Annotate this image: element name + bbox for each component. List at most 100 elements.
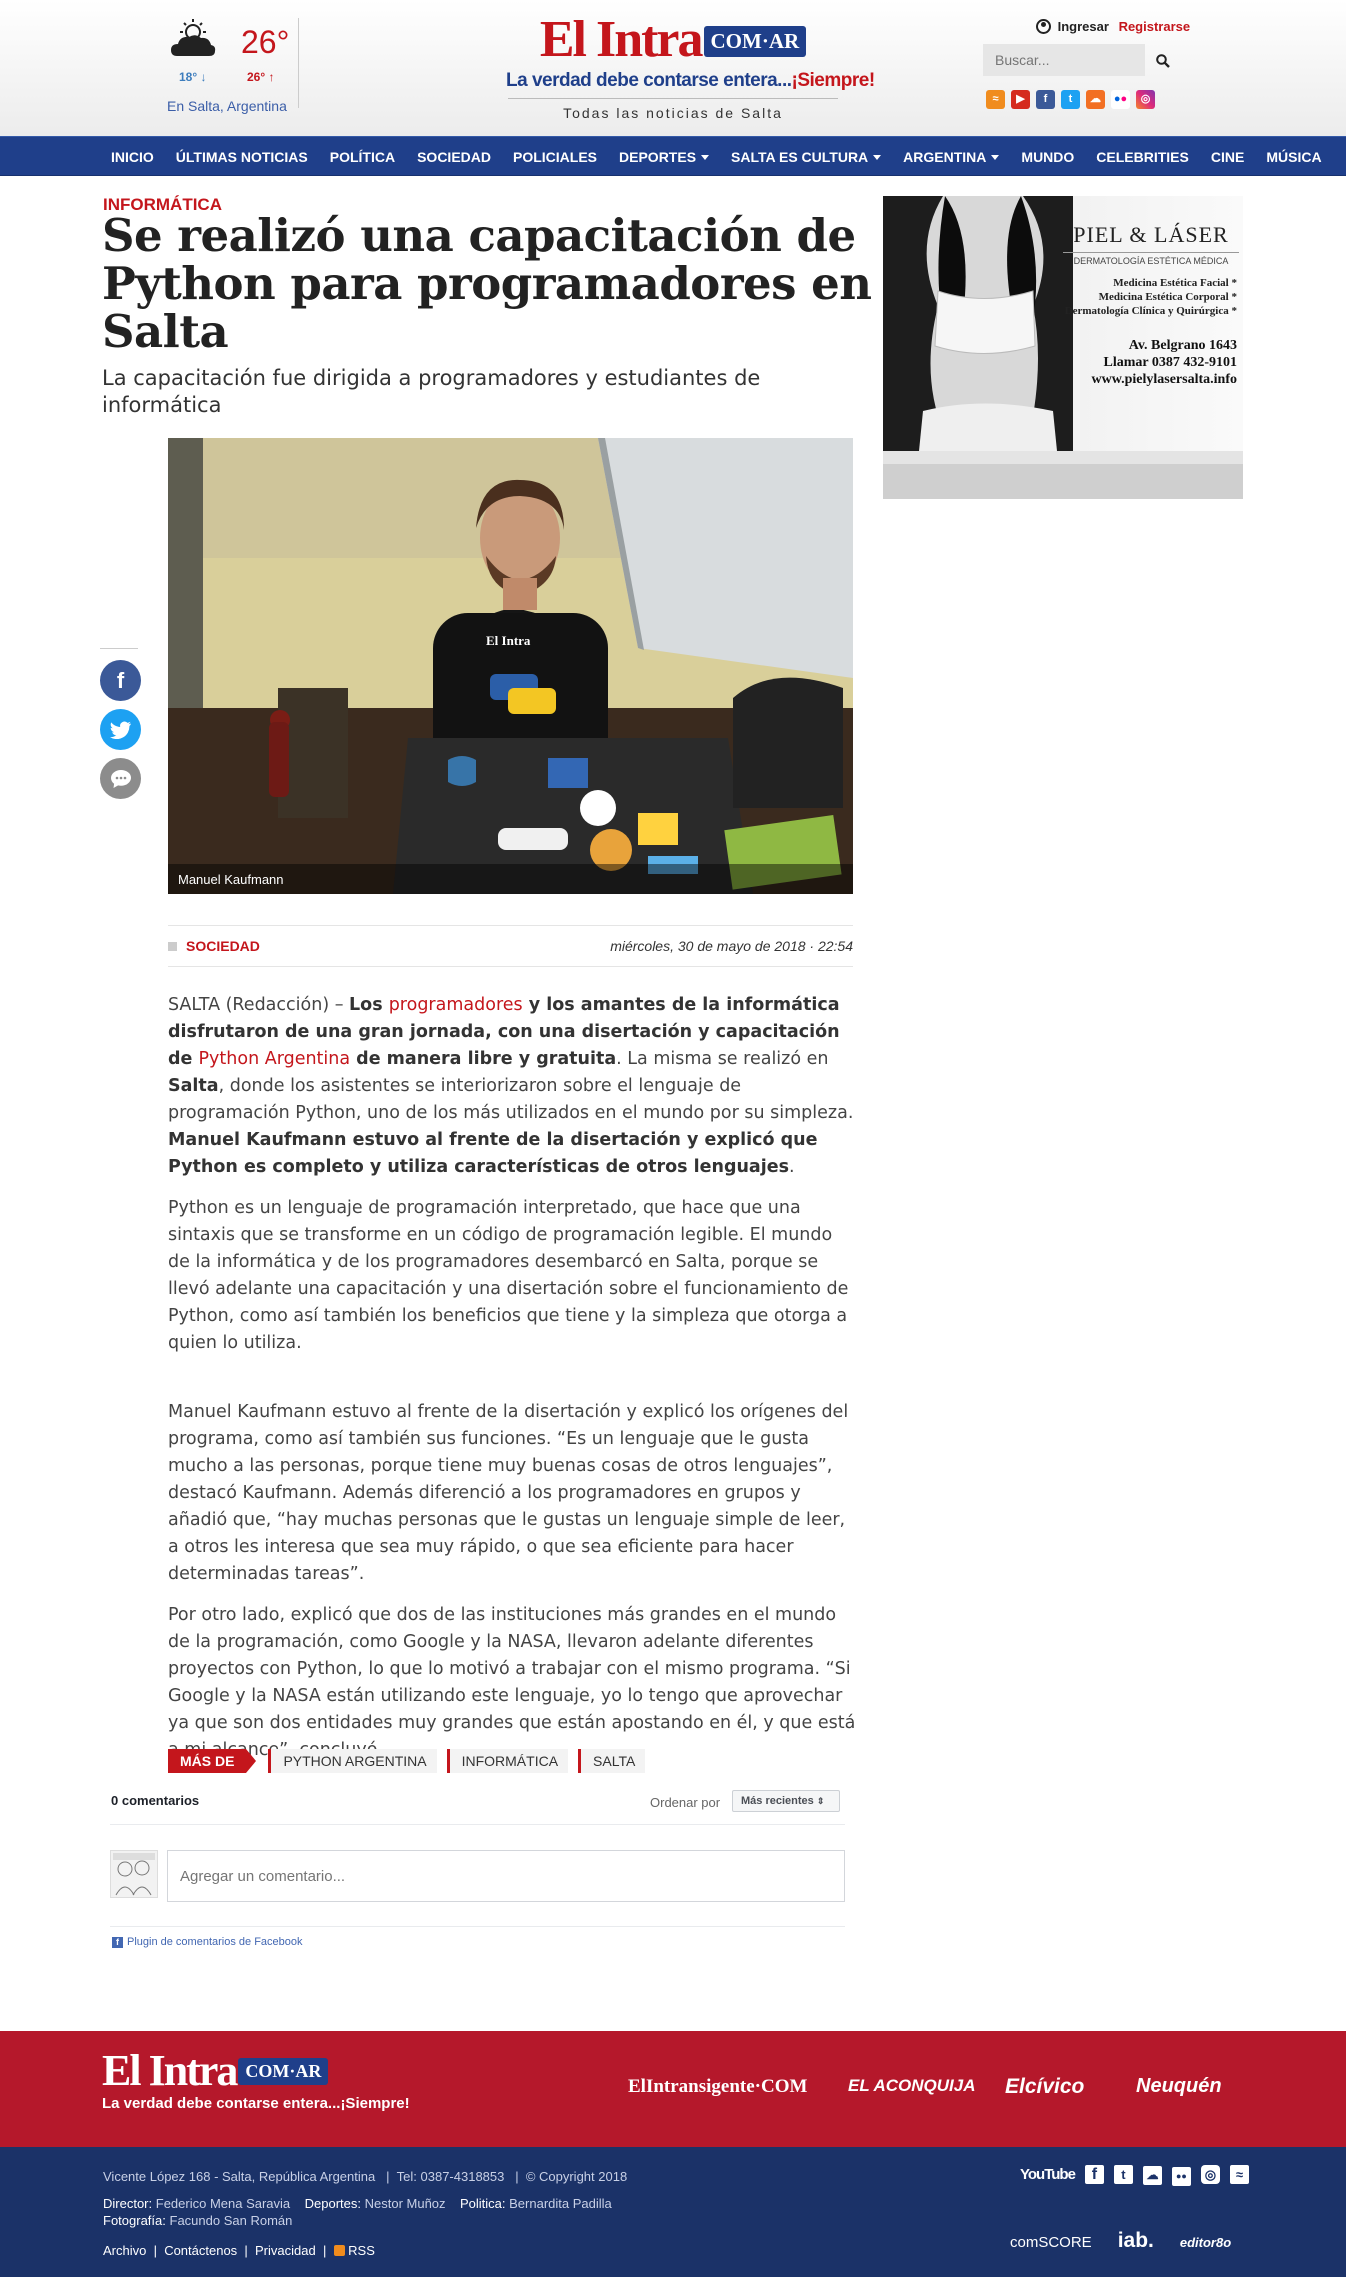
nav-cine[interactable]: CINE: [1200, 137, 1255, 177]
chevron-down-icon: [991, 155, 1000, 160]
partner-elaconquija[interactable]: EL ACONQUIJA: [848, 2076, 976, 2096]
avatar: [110, 1850, 158, 1898]
footer-link-archivo[interactable]: Archivo: [103, 2243, 146, 2258]
site-logo[interactable]: El Intra COM·AR La verdad debe contarse e…: [506, 11, 875, 122]
logo-tagline: La verdad debe contarse entera...¡Siempr…: [506, 70, 875, 91]
comments-count: 0 comentarios: [111, 1793, 200, 1808]
nav-politica[interactable]: POLÍTICA: [319, 137, 406, 177]
footer-staff-photo: Fotografía: Facundo San Román: [103, 2213, 293, 2228]
article-body: SALTA (Redacción) – Los programadores y …: [168, 992, 858, 1778]
weather-location[interactable]: En Salta, Argentina: [167, 98, 287, 114]
tags-row: MÁS DE PYTHON ARGENTINA INFORMÁTICA SALTA: [168, 1749, 655, 1773]
tag-salta[interactable]: SALTA: [578, 1749, 646, 1773]
soundcloud-icon[interactable]: ☁: [1086, 90, 1105, 109]
facebook-icon[interactable]: f: [1036, 90, 1055, 109]
link-programadores[interactable]: programadores: [389, 995, 523, 1015]
comments-divider: [110, 1824, 845, 1825]
ad-services: Medicina Estética Facial * Medicina Estét…: [1064, 277, 1237, 317]
weather-widget: 26° 18° ↓ 26° ↑ En Salta, Argentina: [163, 14, 299, 120]
soundcloud-icon[interactable]: ☁: [1142, 2166, 1162, 2185]
footer-links: Archivo | Contáctenos | Privacidad | RSS: [103, 2243, 375, 2258]
photo-illustration: El Intra: [168, 438, 853, 894]
search-icon[interactable]: [1156, 54, 1170, 68]
comments-order-label: Ordenar por: [650, 1795, 721, 1810]
partner-elintransigente[interactable]: ElIntransigente·COM: [628, 2076, 807, 2098]
nav-salta-es-cultura[interactable]: SALTA ES CULTURA: [720, 137, 892, 177]
article-meta: SOCIEDAD miércoles, 30 de mayo de 2018 ·…: [168, 925, 853, 967]
chevron-down-icon: [873, 155, 882, 160]
section-square: [168, 942, 177, 951]
photo-caption: Manuel Kaufmann: [178, 872, 284, 887]
footer-brands-row: comSCORE iab. editor8o: [1010, 2229, 1231, 2253]
ad-brand: PIEL & LÁSER: [1073, 222, 1229, 247]
logo-domain: COM·AR: [703, 26, 807, 57]
logo-subtitle: Todas las noticias de Salta: [563, 105, 783, 121]
flickr-icon[interactable]: ●●: [1171, 2167, 1191, 2186]
twitter-icon: [109, 721, 131, 740]
ad-subtitle: DERMATOLOGÍA ESTÉTICA MÉDICA: [1063, 252, 1239, 266]
twitter-icon[interactable]: t: [1061, 90, 1080, 109]
youtube-icon[interactable]: YouTube: [1020, 2166, 1076, 2183]
footer-brands: El Intra COM·AR La verdad debe contarse e…: [0, 2031, 1346, 2147]
section-link[interactable]: SOCIEDAD: [186, 938, 260, 954]
nav-sociedad[interactable]: SOCIEDAD: [406, 137, 502, 177]
footer-link-rss[interactable]: RSS: [348, 2243, 375, 2258]
nav-musica[interactable]: MÚSICA: [1255, 137, 1332, 177]
comment-input[interactable]: [167, 1850, 845, 1902]
paragraph-4: Por otro lado, explicó que dos de las in…: [168, 1605, 856, 1760]
nav-inicio[interactable]: INICIO: [100, 137, 165, 177]
footer-link-contactenos[interactable]: Contáctenos: [164, 2243, 237, 2258]
nav-argentina[interactable]: ARGENTINA: [892, 137, 1010, 177]
footer-info: Vicente López 168 - Salta, República Arg…: [0, 2147, 1346, 2277]
weather-divider: [298, 18, 299, 108]
register-link[interactable]: Registrarse: [1119, 19, 1191, 34]
weather-temp: 26°: [241, 24, 290, 60]
footer-link-privacidad[interactable]: Privacidad: [255, 2243, 316, 2258]
comments-button[interactable]: [100, 758, 141, 799]
comments-plugin: 0 comentarios Ordenar por Más recientes …: [110, 1790, 845, 1950]
nav-policiales[interactable]: POLICIALES: [502, 137, 608, 177]
ad-banner[interactable]: PIEL & LÁSER DERMATOLOGÍA ESTÉTICA MÉDIC…: [883, 196, 1243, 499]
footer-logo[interactable]: El Intra COM·AR La verdad debe contarse e…: [102, 2049, 410, 2113]
nav-celebrities[interactable]: CELEBRITIES: [1085, 137, 1200, 177]
youtube-icon[interactable]: ▶: [1011, 90, 1030, 109]
partner-neuquen[interactable]: Neuquén: [1136, 2075, 1222, 2098]
facebook-icon: f: [112, 1937, 123, 1948]
instagram-icon[interactable]: ◎: [1200, 2165, 1220, 2184]
nav-deportes[interactable]: DEPORTES: [608, 137, 720, 177]
logo-name: El Intra: [539, 11, 704, 68]
rss-icon[interactable]: ≈: [986, 90, 1005, 109]
comments-order-select[interactable]: Más recientes ⇕: [732, 1790, 840, 1812]
tag-informatica[interactable]: INFORMÁTICA: [446, 1749, 569, 1773]
twitter-icon[interactable]: t: [1113, 2165, 1133, 2184]
facebook-share-button[interactable]: f: [100, 660, 141, 701]
tag-python-argentina[interactable]: PYTHON ARGENTINA: [268, 1749, 437, 1773]
article-title: Se realizó una capacitación de Python pa…: [102, 209, 872, 358]
facebook-plugin-link[interactable]: f Plugin de comentarios de Facebook: [112, 1936, 303, 1948]
partner-elcivico[interactable]: Elcívico: [1005, 2075, 1084, 2099]
rss-icon[interactable]: ≈: [1229, 2165, 1249, 2184]
instagram-icon[interactable]: ◎: [1136, 90, 1155, 109]
mas-de-label: MÁS DE: [168, 1749, 257, 1773]
paragraph-3: Manuel Kaufmann estuvo al frente de la d…: [168, 1402, 849, 1584]
login-link[interactable]: Ingresar: [1058, 19, 1109, 34]
search-input[interactable]: [983, 44, 1145, 76]
weather-max: 26° ↑: [247, 70, 275, 84]
link-python-argentina[interactable]: Python Argentina: [199, 1049, 351, 1069]
article-date: miércoles, 30 de mayo de 2018 · 22:54: [610, 938, 853, 954]
nav-mundo[interactable]: MUNDO: [1010, 137, 1085, 177]
flickr-icon[interactable]: ●●: [1111, 90, 1130, 109]
nav-ultimas-noticias[interactable]: ÚLTIMAS NOTICIAS: [165, 137, 319, 177]
twitter-share-button[interactable]: [100, 709, 141, 750]
paragraph-1: SALTA (Redacción) – Los programadores y …: [168, 995, 854, 1177]
comment-icon: [110, 770, 131, 788]
weather-min: 18° ↓: [179, 70, 207, 84]
chevron-down-icon: [701, 155, 710, 160]
editores-logo: editor8o: [1179, 2235, 1232, 2250]
footer-social: YouTube f t ☁ ●● ◎ ≈: [1020, 2165, 1249, 2186]
facebook-icon[interactable]: f: [1084, 2165, 1104, 2184]
logo-rule: [508, 98, 838, 99]
share-divider: [100, 648, 138, 649]
article-photo: El Intra Manuel Kaufmann: [168, 438, 853, 894]
site-header: 26° 18° ↓ 26° ↑ En Salta, Argentina El I…: [0, 0, 1346, 136]
